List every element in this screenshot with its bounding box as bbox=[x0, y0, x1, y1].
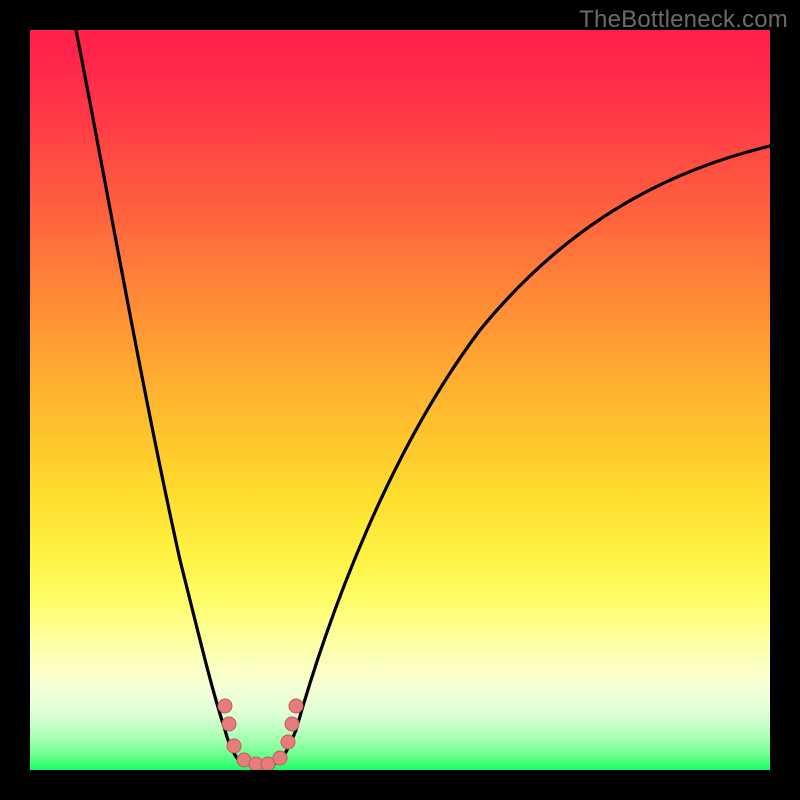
marker-dot bbox=[218, 699, 232, 713]
curve-left bbox=[76, 30, 240, 762]
marker-dot bbox=[289, 699, 303, 713]
marker-dot bbox=[285, 717, 299, 731]
marker-dot bbox=[273, 751, 287, 765]
marker-dot bbox=[227, 739, 241, 753]
watermark-text: TheBottleneck.com bbox=[579, 6, 788, 34]
plot-area bbox=[30, 30, 770, 770]
chart-canvas: TheBottleneck.com bbox=[0, 0, 800, 800]
curve-layer bbox=[30, 30, 770, 770]
marker-dot bbox=[222, 717, 236, 731]
curve-right bbox=[280, 146, 770, 762]
marker-dot bbox=[281, 735, 295, 749]
